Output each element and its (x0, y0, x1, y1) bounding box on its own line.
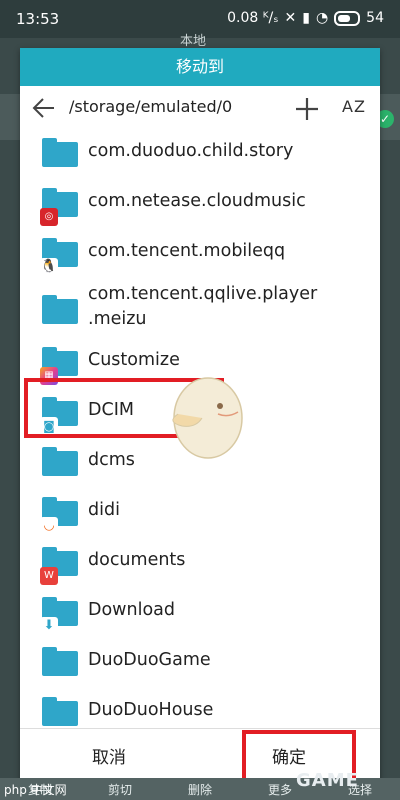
toolbar-cut[interactable]: 剪切 (108, 781, 132, 798)
watermark-left: php 中文网 (4, 783, 67, 797)
path-bar: /storage/emulated/0 AZ (20, 86, 380, 130)
didi-app-icon: ◡ (40, 517, 58, 535)
folder-icon (42, 136, 78, 167)
list-item[interactable]: ◎ com.netease.cloudmusic (20, 180, 380, 230)
folder-name: DuoDuoGame (88, 650, 211, 670)
wps-app-icon: W (40, 567, 58, 585)
wifi-icon: ◔ (315, 10, 329, 26)
list-item[interactable]: com.tencent.qqlive.player .meizu (20, 280, 380, 339)
folder-name: com.netease.cloudmusic (88, 191, 306, 211)
folder-icon (42, 645, 78, 676)
download-arrow-icon: ⬇ (40, 617, 58, 635)
signal-icon: ▮ (302, 10, 310, 26)
folder-icon (42, 695, 78, 726)
list-item[interactable]: ◡ didi (20, 489, 380, 539)
qq-penguin-icon: 🐧 (40, 258, 58, 276)
folder-name: Customize (88, 350, 180, 370)
cancel-button[interactable]: 取消 (92, 743, 126, 768)
status-time: 13:53 (16, 10, 60, 28)
battery-icon (334, 10, 361, 26)
folder-name: didi (88, 500, 120, 520)
folder-name: com.duoduo.child.story (88, 141, 294, 161)
mute-icon: ✕ (284, 10, 297, 26)
folder-name: documents (88, 550, 186, 570)
toolbar-more[interactable]: 更多 (268, 781, 292, 798)
folder-name: com.tencent.qqlive.player .meizu (88, 284, 318, 329)
folder-name: com.tencent.mobileqq (88, 241, 286, 261)
move-to-dialog: 移动到 /storage/emulated/0 AZ com.duoduo.ch… (20, 48, 380, 782)
folder-name: DuoDuoHouse (88, 700, 214, 720)
current-path: /storage/emulated/0 (69, 97, 233, 116)
watermark-right: GAME (296, 770, 359, 791)
mascot-illustration (172, 377, 243, 459)
folder-name: Download (88, 600, 175, 620)
new-folder-plus-icon[interactable] (294, 96, 320, 122)
list-item[interactable]: DuoDuoGame (20, 639, 380, 689)
folder-icon (42, 293, 78, 324)
sort-az-button[interactable]: AZ (342, 97, 366, 116)
netease-app-icon: ◎ (40, 208, 58, 226)
dialog-title: 移动到 (20, 48, 380, 86)
list-item[interactable]: ⬇ Download (20, 589, 380, 639)
list-item[interactable]: com.duoduo.child.story (20, 130, 380, 180)
toolbar-delete[interactable]: 删除 (188, 781, 212, 798)
list-item[interactable]: 🐧 com.tencent.mobileqq (20, 230, 380, 280)
network-speed: 0.08 ᴷ/ₛ (227, 10, 279, 26)
list-item[interactable]: W documents (20, 539, 380, 589)
folder-icon (42, 445, 78, 476)
back-arrow-icon[interactable] (32, 97, 56, 119)
battery-level: 54 (366, 10, 384, 26)
background-app-title: 本地 (180, 34, 207, 49)
folder-name: dcms (88, 450, 135, 470)
